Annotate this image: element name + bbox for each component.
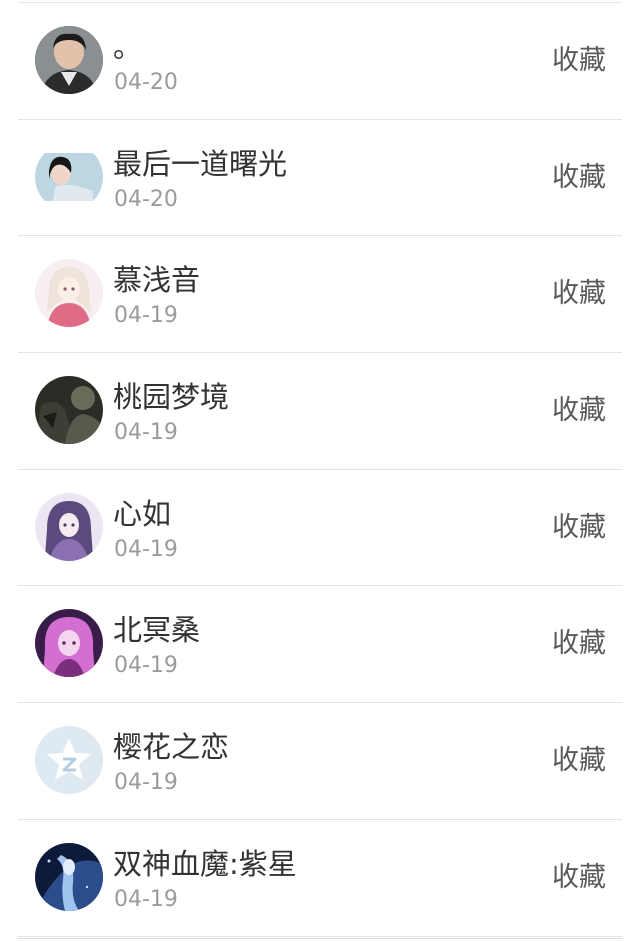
bottom-divider — [18, 938, 622, 939]
item-date: 04-19 — [114, 653, 178, 679]
favorite-button[interactable]: 收藏 — [552, 43, 606, 79]
avatar-woman-icon[interactable] — [35, 142, 103, 211]
item-date: 04-19 — [114, 536, 178, 562]
item-date: 04-20 — [114, 186, 178, 212]
avatar-anime-blue-icon[interactable] — [35, 842, 103, 911]
item-name: 双神血魔:紫星 — [113, 846, 297, 881]
item-name: 桃园梦境 — [113, 380, 230, 415]
list-item[interactable]: 桃园梦境 04-19 收藏 — [18, 353, 622, 470]
item-date: 04-19 — [114, 420, 178, 446]
favorite-button[interactable]: 收藏 — [552, 626, 606, 662]
item-date: 04-19 — [114, 770, 178, 796]
list-item[interactable]: 北冥桑 04-19 收藏 — [18, 586, 622, 704]
item-name: 慕浅音 — [113, 263, 201, 298]
list-item[interactable]: 樱花之恋 04-19 收藏 — [18, 703, 622, 820]
qq-star-icon[interactable] — [35, 726, 103, 795]
avatar-anime-purple-icon[interactable] — [35, 492, 103, 561]
item-date: 04-20 — [114, 70, 178, 95]
list-item[interactable]: 双神血魔:紫星 04-19 收藏 — [18, 820, 622, 937]
favorite-button[interactable]: 收藏 — [552, 276, 606, 312]
avatar-man-icon[interactable] — [35, 26, 103, 94]
list-item[interactable]: 最后一道曙光 04-20 收藏 — [18, 120, 622, 237]
favorite-button[interactable]: 收藏 — [552, 160, 606, 196]
favorite-button[interactable]: 收藏 — [552, 393, 606, 429]
item-name: 樱花之恋 — [113, 730, 230, 765]
list-item[interactable]: 心如 04-19 收藏 — [18, 470, 622, 587]
item-name: 。 — [113, 30, 143, 64]
item-date: 04-19 — [114, 886, 178, 912]
avatar-anime-violet-icon[interactable] — [35, 609, 103, 678]
item-name: 最后一道曙光 — [113, 146, 288, 181]
favorite-button[interactable]: 收藏 — [552, 860, 606, 896]
favorite-button[interactable]: 收藏 — [552, 743, 606, 779]
item-date: 04-19 — [114, 303, 178, 329]
favorite-button[interactable]: 收藏 — [552, 510, 606, 546]
list-item[interactable]: 。 04-20 收藏 — [18, 3, 622, 120]
favorites-list: 。 04-20 收藏 最后一道曙光 04-20 收藏 慕浅音 04-19 收藏 … — [0, 3, 640, 937]
item-name: 心如 — [113, 496, 172, 531]
list-item[interactable]: 慕浅音 04-19 收藏 — [18, 236, 622, 354]
avatar-dark-photo-icon[interactable] — [35, 376, 103, 445]
item-name: 北冥桑 — [113, 613, 201, 648]
avatar-anime-pink-icon[interactable] — [35, 259, 103, 328]
